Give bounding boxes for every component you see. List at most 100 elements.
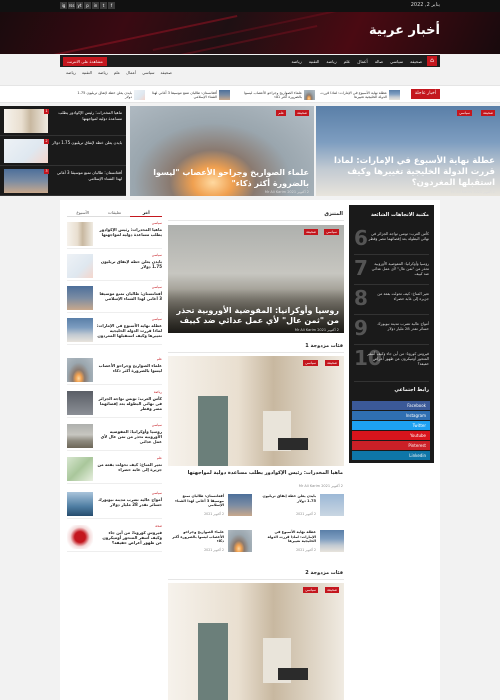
hero-post-title[interactable]: علماء الصواريخ وجراحو الأعصاب "ليسوا بال…: [135, 168, 309, 189]
nav-item-science[interactable]: علم: [344, 59, 351, 64]
post-title[interactable]: أفغانستان: طالبان تمنع موسيقا 3 أغاني له…: [96, 291, 162, 301]
subnav-item[interactable]: سياسي: [142, 70, 154, 75]
subnav-item[interactable]: رياضة: [66, 70, 76, 75]
small-post[interactable]: أفغانستان: طالبان تمنع موسيقا 3 أغاني له…: [168, 494, 252, 524]
trending-item[interactable]: 7 روسيا وأوكرانيا: المفوضية الأوروبية تح…: [354, 256, 429, 285]
twitter-link-button[interactable]: Twitter: [352, 421, 430, 430]
list-item[interactable]: سياسي روسيا وأوكرانيا: المفوضية الأوروبي…: [67, 421, 162, 451]
trending-item[interactable]: 9 أمواج عالية تضرب مدينة نيويورك خسائر ت…: [354, 316, 429, 345]
post-category[interactable]: سياسي: [152, 491, 162, 495]
category-tag[interactable]: علم: [276, 110, 286, 116]
trending-item[interactable]: 8 تغير المناخ: كيف تحولت بقعة من جزيرة إ…: [354, 286, 429, 315]
hero-side-title[interactable]: أفغانستان: طالبان تمنع موسيقا 3 أغاني له…: [50, 170, 122, 181]
ticker-item[interactable]: عطلة نهاية الأسبوع في الإمارات: لماذا قر…: [320, 89, 400, 101]
trend-title[interactable]: تغير المناخ: كيف تحولت بقعة من جزيرة إلى…: [367, 291, 429, 301]
subnav-item[interactable]: أعمال: [126, 70, 136, 75]
category-tag[interactable]: سياسي: [457, 110, 472, 116]
social-youtube-icon[interactable]: yt: [76, 2, 83, 9]
list-item[interactable]: سياسي ماهيا المخدرات: رئيس الإكوادور يطل…: [67, 219, 162, 249]
category-tag[interactable]: سياسي: [324, 229, 339, 235]
category-tag[interactable]: صحيفة: [295, 110, 309, 116]
nav-item-hall[interactable]: صالة: [375, 59, 383, 64]
category-post-image[interactable]: صحيفة سياسي: [168, 583, 344, 700]
post-category[interactable]: رياضة: [154, 390, 162, 394]
category-tag[interactable]: سياسي: [303, 587, 318, 593]
watch-online-button[interactable]: مشاهدة على الانترنت: [63, 56, 107, 66]
linkedin-link-button[interactable]: Linkedin: [352, 451, 430, 460]
featured-post-title[interactable]: روسيا وأوكرانيا: المفوضية الأوروبية تحذر…: [173, 306, 339, 326]
list-item[interactable]: سياسي أفغانستان: طالبان تمنع موسيقا 3 أغ…: [67, 283, 162, 313]
site-logo-title[interactable]: أخبار عربية: [369, 23, 440, 38]
category-tag[interactable]: صحيفة: [325, 360, 339, 366]
hero-post-title[interactable]: عطلة نهاية الأسبوع في الإمارات: لماذا قر…: [321, 156, 495, 189]
pinterest-link-button[interactable]: Pinterest: [352, 441, 430, 450]
subnav-item[interactable]: علم: [114, 70, 120, 75]
subnav-item[interactable]: صحيفة: [161, 70, 172, 75]
nav-item-sports-2[interactable]: رياضة: [291, 59, 301, 64]
featured-post[interactable]: سياسي صحيفة روسيا وأوكرانيا: المفوضية ال…: [168, 225, 344, 333]
instagram-link-button[interactable]: Instagram: [352, 411, 430, 420]
hero-side-item[interactable]: 3 أفغانستان: طالبان تمنع موسيقا 3 أغاني …: [0, 166, 126, 196]
post-title[interactable]: علماء الصواريخ وجراحو الأعصاب ليسوا بالض…: [96, 363, 162, 373]
post-title[interactable]: ماهيا المخدرات: رئيس الإكوادور يطلب مساع…: [172, 470, 343, 477]
social-instagram-icon[interactable]: ig: [60, 2, 67, 9]
small-post[interactable]: عطلة نهاية الأسبوع في الإمارات: لماذا قر…: [260, 530, 344, 560]
list-item[interactable]: سياسي عطلة نهاية الأسبوع في الإمارات: لم…: [67, 315, 162, 345]
home-icon[interactable]: ⌂: [427, 56, 437, 66]
social-linkedin-icon[interactable]: in: [92, 2, 99, 9]
list-item[interactable]: صحة فيروس كورونا: من أين جاء وكيف أسفر ا…: [67, 522, 162, 552]
post-title[interactable]: أمواج عالية تضرب مدينة نيويورك خسائر تقد…: [96, 497, 162, 507]
post-title[interactable]: عطلة نهاية الأسبوع في الإمارات: لماذا قر…: [260, 530, 316, 544]
post-title[interactable]: علماء الصواريخ وجراحو الأعصاب ليسوا بالض…: [168, 530, 224, 544]
post-category[interactable]: سياسي: [152, 285, 162, 289]
post-category[interactable]: سياسي: [152, 221, 162, 225]
tab-comments[interactable]: تعليقات: [98, 208, 131, 217]
hero-side-item[interactable]: 2 بايدن يعلن خطة لإنفاق تريليون 1.75 دول…: [0, 136, 126, 166]
nav-item-newspaper[interactable]: صحيفة: [410, 59, 422, 64]
ticker-item[interactable]: علماء الصواريخ وجراحو الأعصاب ليسوا بالض…: [235, 89, 315, 101]
subnav-item[interactable]: التقنية: [82, 70, 92, 75]
post-title[interactable]: كأس العرب: تونس تواجه الجزائر في نهائي ا…: [96, 396, 162, 411]
trend-title[interactable]: فيروس كورونا: من أين جاء وكيف أسفر المتح…: [367, 351, 429, 366]
hero-side-item[interactable]: 1 ماهيا المخدرات: رئيس الإكوادور يطلب مس…: [0, 106, 126, 136]
post-category[interactable]: صحة: [155, 524, 162, 528]
nav-item-politics[interactable]: سياسي: [390, 59, 403, 64]
trending-item[interactable]: 10 فيروس كورونا: من أين جاء وكيف أسفر ال…: [354, 346, 429, 375]
ticker-item[interactable]: أفغانستان: طالبان تمنع موسيقا 3 أغاني له…: [150, 89, 230, 101]
list-item[interactable]: سياسي بايدن يعلن خطة لإنفاق تريليون 1.75…: [67, 251, 162, 281]
category-tag[interactable]: صحيفة: [304, 229, 318, 235]
subnav-item[interactable]: رياضة: [98, 70, 108, 75]
list-item[interactable]: علم علماء الصواريخ وجراحو الأعصاب ليسوا …: [67, 355, 162, 385]
list-item[interactable]: رياضة كأس العرب: تونس تواجه الجزائر في ن…: [67, 388, 162, 418]
list-item[interactable]: سياسي أمواج عالية تضرب مدينة نيويورك خسا…: [67, 489, 162, 519]
post-title[interactable]: بايدن يعلن خطة لإنفاق تريليون 1.75 دولار: [96, 259, 162, 269]
post-title[interactable]: فيروس كورونا: من أين جاء وكيف أسفر المتح…: [96, 530, 162, 545]
trend-title[interactable]: روسيا وأوكرانيا: المفوضية الأوروبية تحذر…: [367, 261, 429, 276]
post-category[interactable]: سياسي: [152, 317, 162, 321]
small-post[interactable]: علماء الصواريخ وجراحو الأعصاب ليسوا بالض…: [168, 530, 252, 560]
hero-post-medium[interactable]: صحيفة علم علماء الصواريخ وجراحو الأعصاب …: [130, 106, 314, 196]
post-title[interactable]: أفغانستان: طالبان تمنع موسيقا 3 أغاني له…: [168, 494, 224, 508]
nav-item-sports[interactable]: رياضة: [326, 59, 336, 64]
post-title[interactable]: عطلة نهاية الأسبوع في الإمارات: لماذا قر…: [96, 323, 162, 338]
hero-side-title[interactable]: بايدن يعلن خطة لإنفاق تريليون 1.75 دولار: [50, 140, 122, 146]
social-pinterest-icon[interactable]: p: [84, 2, 91, 9]
nav-item-business[interactable]: أعمال: [357, 59, 367, 64]
category-tag[interactable]: سياسي: [303, 360, 318, 366]
social-facebook-icon[interactable]: f: [108, 2, 115, 9]
tab-week[interactable]: الأسبوع: [66, 208, 99, 217]
social-rss-icon[interactable]: rss: [68, 2, 75, 9]
post-category[interactable]: سياسي: [152, 253, 162, 257]
trending-item[interactable]: 6 كأس العرب: تونس تواجه الجزائر في نهائي…: [354, 226, 430, 255]
category-tag[interactable]: صحيفة: [325, 587, 339, 593]
tab-latest[interactable]: آخر: [130, 208, 162, 217]
post-title[interactable]: روسيا وأوكرانيا: المفوضية الأوروبية تحذر…: [96, 429, 162, 444]
trend-title[interactable]: كأس العرب: تونس تواجه الجزائر في نهائي ا…: [367, 231, 430, 241]
list-item[interactable]: علم تغير المناخ: كيف تحولت بقعة من جزيرة…: [67, 454, 162, 484]
small-post[interactable]: بايدن يعلن خطة إنفاق تريليون 1.75 دولار …: [260, 494, 344, 524]
post-category[interactable]: سياسي: [152, 423, 162, 427]
hero-side-title[interactable]: ماهيا المخدرات: رئيس الإكوادور يطلب مساع…: [50, 110, 122, 121]
category-post-image[interactable]: صحيفة سياسي: [168, 356, 344, 466]
facebook-link-button[interactable]: Facebook: [352, 401, 430, 410]
nav-item-tech[interactable]: التقنية: [309, 59, 320, 64]
